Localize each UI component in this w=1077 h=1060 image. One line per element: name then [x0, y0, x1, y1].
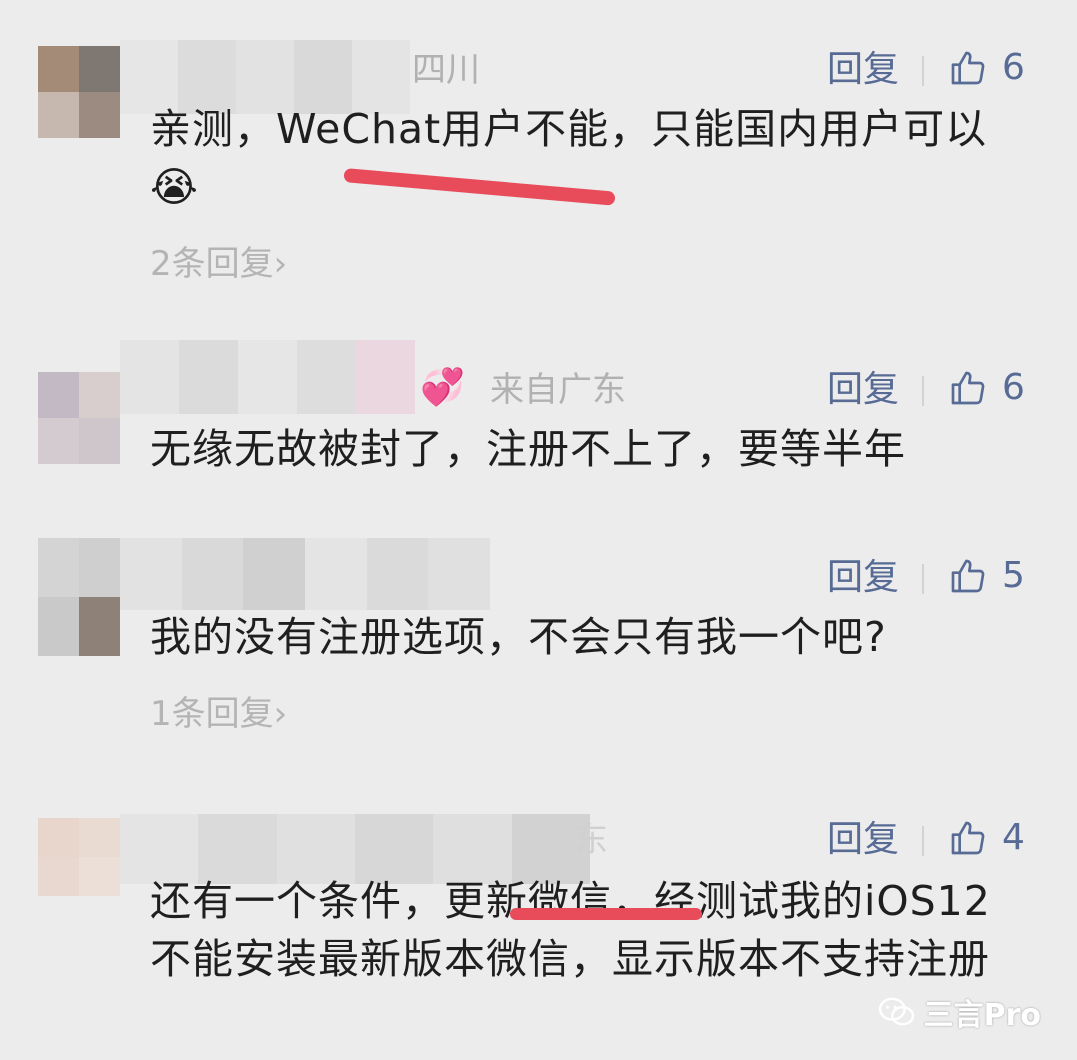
divider	[922, 826, 924, 856]
reply-button[interactable]: 回复	[827, 50, 899, 90]
location: 四川	[412, 50, 480, 90]
thumbs-up-icon	[951, 371, 985, 405]
chevron-right-icon: ›	[273, 244, 288, 284]
thumbs-up-icon	[951, 559, 985, 593]
avatar[interactable]	[38, 372, 120, 464]
heart-emoji: 💞	[420, 367, 465, 408]
comment-text: 无缘无故被封了，注册不上了，要等半年	[150, 425, 906, 473]
like-count: 5	[1002, 555, 1025, 596]
reply-button[interactable]: 回复	[827, 370, 899, 410]
reply-button[interactable]: 回复	[827, 820, 899, 860]
divider	[922, 564, 924, 594]
divider	[922, 56, 924, 86]
like-button[interactable]: 5	[948, 556, 1025, 596]
comment-text: 我的没有注册选项，不会只有我一个吧?	[150, 613, 887, 661]
location: 东	[574, 820, 608, 860]
sub-replies-link[interactable]: 1条回复›	[150, 694, 287, 734]
like-count: 4	[1002, 817, 1025, 858]
like-button[interactable]: 6	[948, 48, 1025, 88]
avatar[interactable]	[38, 818, 120, 896]
chevron-right-icon: ›	[273, 694, 288, 734]
like-button[interactable]: 6	[948, 368, 1025, 408]
username-blurred[interactable]	[120, 538, 491, 610]
comment-text: 还有一个条件，更新微信，经测试我的iOS12不能安装最新版本微信，显示版本不支持…	[150, 877, 991, 983]
watermark-text: 三言Pro	[923, 998, 1041, 1033]
thumbs-up-icon	[951, 51, 985, 85]
reply-button[interactable]: 回复	[827, 558, 899, 598]
location: 来自广东	[490, 370, 626, 410]
sub-replies-link[interactable]: 2条回复›	[150, 244, 287, 284]
like-count: 6	[1002, 367, 1025, 408]
avatar[interactable]	[38, 46, 120, 138]
like-button[interactable]: 4	[948, 818, 1025, 858]
like-count: 6	[1002, 47, 1025, 88]
username-blurred[interactable]	[120, 340, 415, 414]
wechat-icon	[878, 997, 914, 1026]
avatar[interactable]	[38, 538, 120, 656]
divider	[922, 376, 924, 406]
thumbs-up-icon	[951, 821, 985, 855]
highlight-underline	[510, 908, 702, 920]
watermark: 三言Pro	[878, 990, 1041, 1034]
